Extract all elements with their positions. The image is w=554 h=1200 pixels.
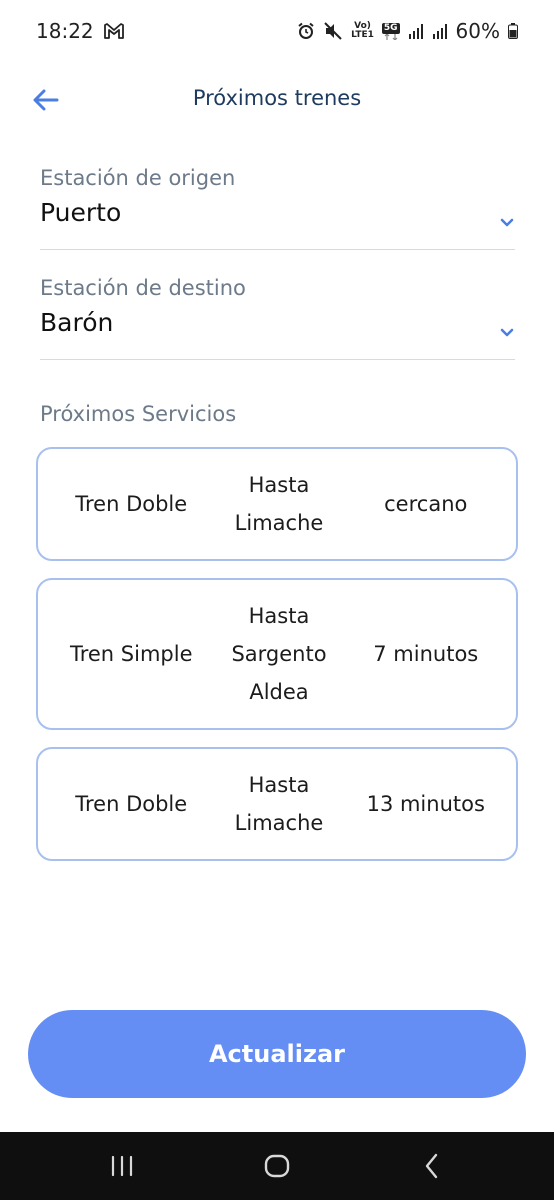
service-card[interactable]: Tren Doble Hasta Limache 13 minutos [36, 747, 518, 861]
destination-line: Limache [234, 511, 324, 535]
services-title: Próximos Servicios [40, 402, 237, 426]
destination-station-select[interactable]: Estación de destino Barón [40, 276, 515, 360]
status-bar: 18:22 Vo) LTE1 5G 60% [0, 0, 554, 62]
service-card[interactable]: Tren Doble Hasta Limache cercano [36, 447, 518, 561]
status-left: 18:22 [36, 19, 124, 43]
recents-button[interactable] [106, 1150, 138, 1182]
gmail-icon [103, 23, 124, 39]
service-eta: cercano [384, 492, 468, 516]
status-right: Vo) LTE1 5G 60% [297, 19, 518, 43]
destination-line: Aldea [249, 680, 309, 704]
chevron-down-icon [500, 218, 514, 227]
page-title: Próximos trenes [192, 86, 362, 110]
service-destination: Hasta Sargento Aldea [222, 597, 335, 711]
destination-line: Sargento [231, 642, 327, 666]
nav-back-button[interactable] [416, 1150, 448, 1182]
alarm-icon [297, 22, 315, 40]
destination-value: Barón [40, 308, 114, 337]
origin-label: Estación de origen [40, 166, 236, 190]
destination-line: Hasta [248, 604, 310, 628]
origin-value: Puerto [40, 198, 122, 227]
fiveg-label: 5G [381, 22, 400, 34]
recents-icon [111, 1155, 133, 1177]
app-bar: Próximos trenes [0, 62, 554, 136]
service-card[interactable]: Tren Simple Hasta Sargento Aldea 7 minut… [36, 578, 518, 730]
home-button[interactable] [261, 1150, 293, 1182]
battery-icon [508, 23, 518, 39]
service-type: Tren Simple [69, 642, 193, 666]
destination-line: Limache [234, 811, 324, 835]
home-icon [264, 1154, 290, 1178]
service-destination: Hasta Limache [222, 766, 335, 842]
destination-label: Estación de destino [40, 276, 246, 300]
service-type: Tren Doble [75, 792, 188, 816]
destination-line: Hasta [248, 473, 310, 497]
volte-icon: Vo) LTE1 [351, 22, 374, 40]
lte-label: LTE1 [351, 30, 374, 40]
chevron-left-icon [425, 1153, 438, 1179]
origin-station-select[interactable]: Estación de origen Puerto [40, 166, 515, 250]
signal-icon-2 [432, 23, 448, 39]
service-eta: 13 minutos [366, 792, 485, 816]
mute-icon [323, 22, 343, 40]
chevron-down-icon [500, 328, 514, 337]
signal-icon [408, 23, 424, 39]
fiveg-icon: 5G [381, 22, 400, 40]
destination-line: Hasta [248, 773, 310, 797]
system-nav-bar [0, 1132, 554, 1200]
service-type: Tren Doble [75, 492, 188, 516]
service-eta: 7 minutos [373, 642, 479, 666]
status-time: 18:22 [36, 19, 94, 43]
battery-percent: 60% [455, 19, 500, 43]
service-destination: Hasta Limache [222, 466, 335, 542]
update-button[interactable]: Actualizar [28, 1010, 526, 1098]
